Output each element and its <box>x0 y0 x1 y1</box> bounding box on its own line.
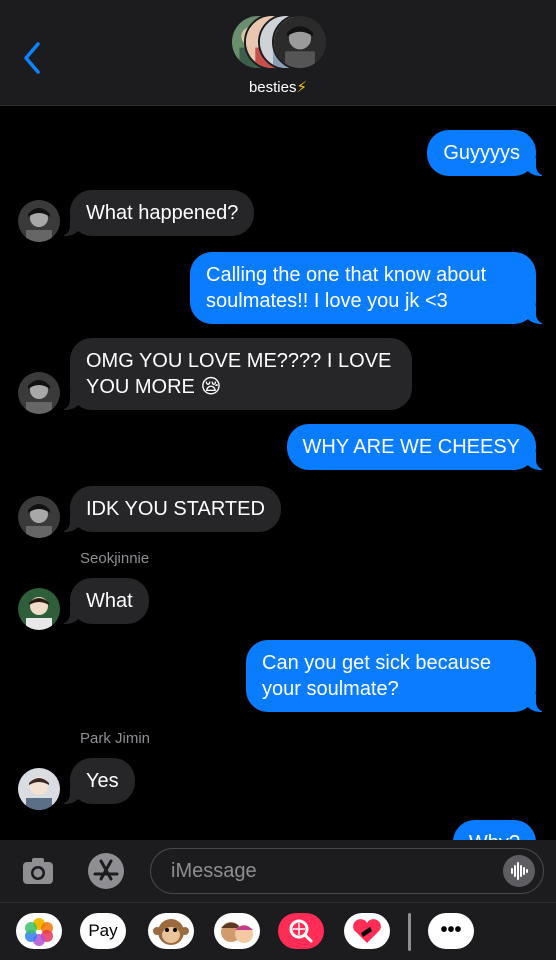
group-name-text: besties <box>248 79 297 96</box>
message-bubble-outgoing[interactable]: Calling the one that know about soulmate… <box>190 252 546 324</box>
imessage-field[interactable] <box>150 848 544 894</box>
audio-message-button[interactable] <box>503 855 535 887</box>
sender-avatar[interactable] <box>18 372 60 414</box>
camera-icon[interactable] <box>20 853 56 889</box>
sender-avatar[interactable] <box>18 768 60 810</box>
message-input[interactable] <box>171 857 491 885</box>
animoji-monkey-icon[interactable] <box>148 913 194 949</box>
waveform-icon <box>511 862 528 880</box>
message-list[interactable]: Guyyyys What happened? Calling the one t… <box>0 106 556 840</box>
sender-name: Seokjinnie <box>80 550 150 567</box>
message-bubble-incoming[interactable]: What happened? <box>59 190 255 236</box>
digital-touch-heart-icon[interactable] <box>344 913 390 949</box>
compose-bar <box>0 840 556 902</box>
message-bubble-incoming[interactable]: What <box>60 578 149 624</box>
back-chevron-icon[interactable] <box>18 40 48 76</box>
app-store-icon[interactable] <box>84 851 128 891</box>
message-bubble-outgoing[interactable]: Guyyyys <box>427 130 546 176</box>
web-images-search-icon[interactable] <box>278 913 324 949</box>
photos-app-icon[interactable] <box>16 913 62 949</box>
message-bubble-incoming[interactable]: IDK YOU STARTED <box>60 486 281 532</box>
app-drawer-separator <box>408 913 411 951</box>
sender-name: Park Jimin <box>80 730 151 747</box>
sender-avatar[interactable] <box>18 588 60 630</box>
conversation-header: besties⚡ <box>0 0 556 106</box>
apple-pay-label: Pay <box>88 921 118 940</box>
sender-avatar[interactable] <box>18 200 60 242</box>
lightning-bolt-icon: ⚡ <box>296 79 308 96</box>
more-apps-label: ••• <box>440 919 462 941</box>
more-apps-button[interactable]: ••• <box>428 913 474 949</box>
group-member-avatar <box>272 14 328 70</box>
memoji-stickers-icon[interactable] <box>214 913 260 949</box>
message-bubble-outgoing[interactable]: Why? <box>452 820 536 840</box>
app-drawer: Pay ••• <box>0 902 556 960</box>
message-bubble-outgoing[interactable]: Can you get sick because your soulmate? <box>246 640 546 712</box>
message-bubble-outgoing[interactable]: WHY ARE WE CHEESY <box>286 424 547 470</box>
apple-pay-button[interactable]: Pay <box>80 913 126 949</box>
message-bubble-incoming[interactable]: OMG YOU LOVE ME???? I LOVE YOU MORE 😪 <box>60 338 412 410</box>
sender-avatar[interactable] <box>18 496 60 538</box>
message-bubble-incoming[interactable]: Yes <box>60 758 135 804</box>
group-avatar-stack[interactable] <box>230 14 328 72</box>
group-name[interactable]: besties⚡ <box>0 78 556 96</box>
